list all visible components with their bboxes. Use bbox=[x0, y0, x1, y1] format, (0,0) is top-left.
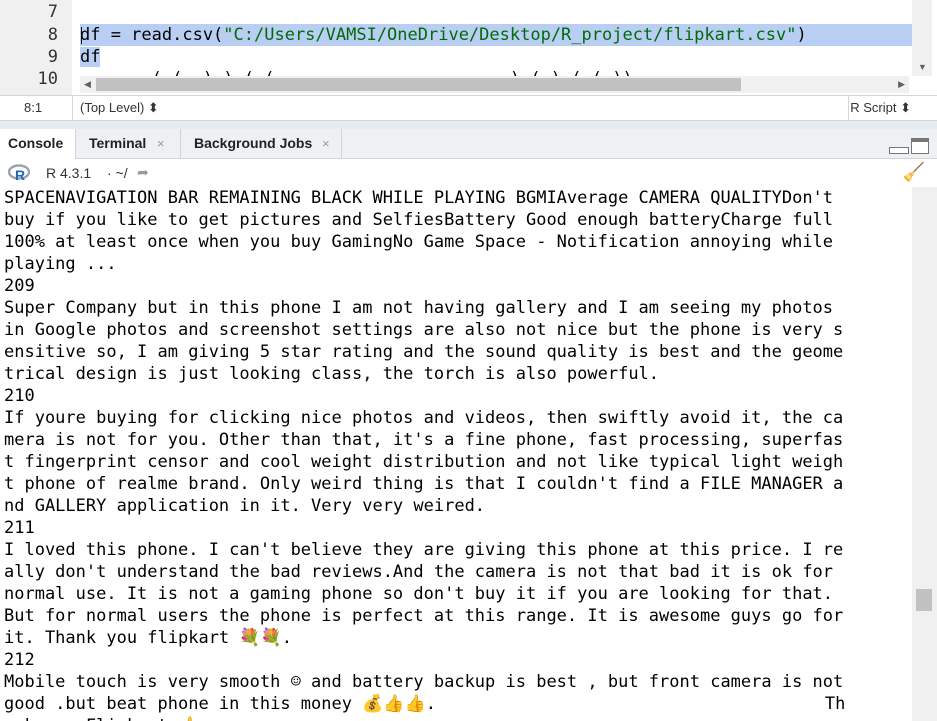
line-number-gutter: 7 8 9 10 bbox=[0, 0, 72, 95]
console-output-line: mera is not for you. Other than that, it… bbox=[4, 430, 844, 450]
console-output-line: ensitive so, I am giving 5 star rating a… bbox=[4, 342, 844, 362]
source-editor[interactable]: 7 8 9 10 df = read.csv("C:/Users/VAMSI/O… bbox=[0, 0, 937, 95]
console-output-line: ally don't understand the bad reviews.An… bbox=[4, 562, 834, 582]
tab-console[interactable]: Console bbox=[0, 129, 76, 159]
code-text: df bbox=[80, 47, 101, 67]
code-text: ) bbox=[796, 25, 807, 45]
tab-label: Background Jobs bbox=[194, 135, 313, 151]
console-output[interactable]: SPACENAVIGATION BAR REMAINING BLACK WHIL… bbox=[0, 187, 912, 721]
console-tab-bar: Console Terminal × Background Jobs × bbox=[0, 129, 937, 159]
scroll-right-icon[interactable]: ▶ bbox=[898, 76, 905, 93]
tab-label: Console bbox=[8, 135, 64, 151]
console-output-line: 100% at least once when you buy GamingNo… bbox=[4, 232, 834, 252]
code-line-selected[interactable]: df bbox=[80, 46, 102, 68]
console-output-line: I loved this phone. I can't believe they… bbox=[4, 540, 844, 560]
line-number: 7 bbox=[47, 2, 58, 22]
console-output-line: 211 bbox=[4, 518, 35, 538]
console-output-line: it. Thank you flipkart 💐💐. bbox=[4, 628, 292, 648]
console-output-line: t phone of realme brand. Only weird thin… bbox=[4, 474, 844, 494]
close-icon[interactable]: × bbox=[322, 129, 330, 158]
console-toolbar: R R 4.3.1 · ~/ ➦ 🧹 bbox=[0, 159, 937, 187]
code-text: df = read.csv( bbox=[80, 25, 224, 45]
console-scrollbar[interactable] bbox=[912, 187, 937, 721]
console-output-line: Mobile touch is very smooth ☺ and batter… bbox=[4, 672, 844, 692]
line-number: 8 bbox=[47, 25, 58, 45]
code-line[interactable] bbox=[80, 1, 915, 23]
pane-splitter[interactable] bbox=[0, 121, 937, 129]
console-output-line: 210 bbox=[4, 386, 35, 406]
r-version: R 4.3.1 bbox=[46, 165, 92, 181]
console-output-line: Super Company but in this phone I am not… bbox=[4, 298, 834, 318]
clear-console-icon[interactable]: 🧹 bbox=[903, 162, 925, 183]
scope-selector[interactable]: (Top Level) ⬍ bbox=[80, 100, 159, 116]
string-literal: "C:/Users/VAMSI/OneDrive/Desktop/R_proje… bbox=[223, 25, 797, 45]
console-output-line: buy if you like to get pictures and Self… bbox=[4, 210, 834, 230]
r-logo-icon: R bbox=[8, 164, 30, 182]
horizontal-scroll-thumb[interactable] bbox=[96, 78, 741, 91]
code-line-selected[interactable]: df = read.csv("C:/Users/VAMSI/OneDrive/D… bbox=[80, 24, 915, 46]
console-output-line: t fingerprint censor and cool weight dis… bbox=[4, 452, 844, 472]
line-number: 9 bbox=[47, 47, 58, 67]
code-line-partial: ( ( ) ) ( ( ) ( ) ( ( )) bbox=[80, 68, 915, 76]
console-output-line: If youre buying for clicking nice photos… bbox=[4, 408, 844, 428]
console-output-line: playing ... bbox=[4, 254, 117, 274]
working-directory: · ~/ bbox=[107, 165, 128, 181]
console-output-line: 209 bbox=[4, 276, 35, 296]
code-area[interactable]: df = read.csv("C:/Users/VAMSI/OneDrive/D… bbox=[80, 0, 920, 76]
scroll-left-icon[interactable]: ◀ bbox=[84, 76, 91, 93]
cursor-position: 8:1 bbox=[24, 100, 43, 115]
horizontal-scrollbar[interactable]: ◀ ▶ bbox=[80, 76, 909, 93]
console-output-line: nd GALLERY application in it. Very very … bbox=[4, 496, 486, 516]
console-output-line: But for normal users the phone is perfec… bbox=[4, 606, 844, 626]
divider bbox=[72, 96, 73, 120]
console-output-line: trical design is just looking class, the… bbox=[4, 364, 660, 384]
console-output-line: good .but beat phone in this money 💰👍👍. … bbox=[4, 694, 846, 714]
editor-status-bar: 8:1 (Top Level) ⬍ R Script ⬍ bbox=[0, 95, 937, 121]
close-icon[interactable]: × bbox=[157, 129, 165, 158]
console-output-line: in Google photos and screenshot settings… bbox=[4, 320, 844, 340]
scroll-down-icon[interactable]: ▼ bbox=[918, 59, 927, 76]
svg-text:R: R bbox=[15, 167, 25, 182]
go-to-directory-icon[interactable]: ➦ bbox=[137, 164, 149, 181]
tab-background-jobs[interactable]: Background Jobs × bbox=[181, 129, 342, 158]
text-cursor bbox=[81, 27, 82, 44]
minimize-icon[interactable] bbox=[889, 147, 909, 154]
tab-label: Terminal bbox=[89, 135, 147, 151]
maximize-icon[interactable] bbox=[911, 138, 929, 154]
line-number: 10 bbox=[37, 69, 58, 89]
vertical-scrollbar[interactable]: ▼ bbox=[912, 0, 932, 76]
divider bbox=[848, 96, 849, 120]
console-output-line: ank you Flipkart 👍 bbox=[4, 715, 199, 721]
console-output-line: normal use. It is not a gaming phone so … bbox=[4, 584, 834, 604]
tab-terminal[interactable]: Terminal × bbox=[76, 129, 181, 158]
console-scroll-thumb[interactable] bbox=[916, 589, 932, 611]
file-type-selector[interactable]: R Script ⬍ bbox=[850, 100, 911, 116]
console-output-line: SPACENAVIGATION BAR REMAINING BLACK WHIL… bbox=[4, 188, 834, 208]
console-output-line: 212 bbox=[4, 650, 35, 670]
